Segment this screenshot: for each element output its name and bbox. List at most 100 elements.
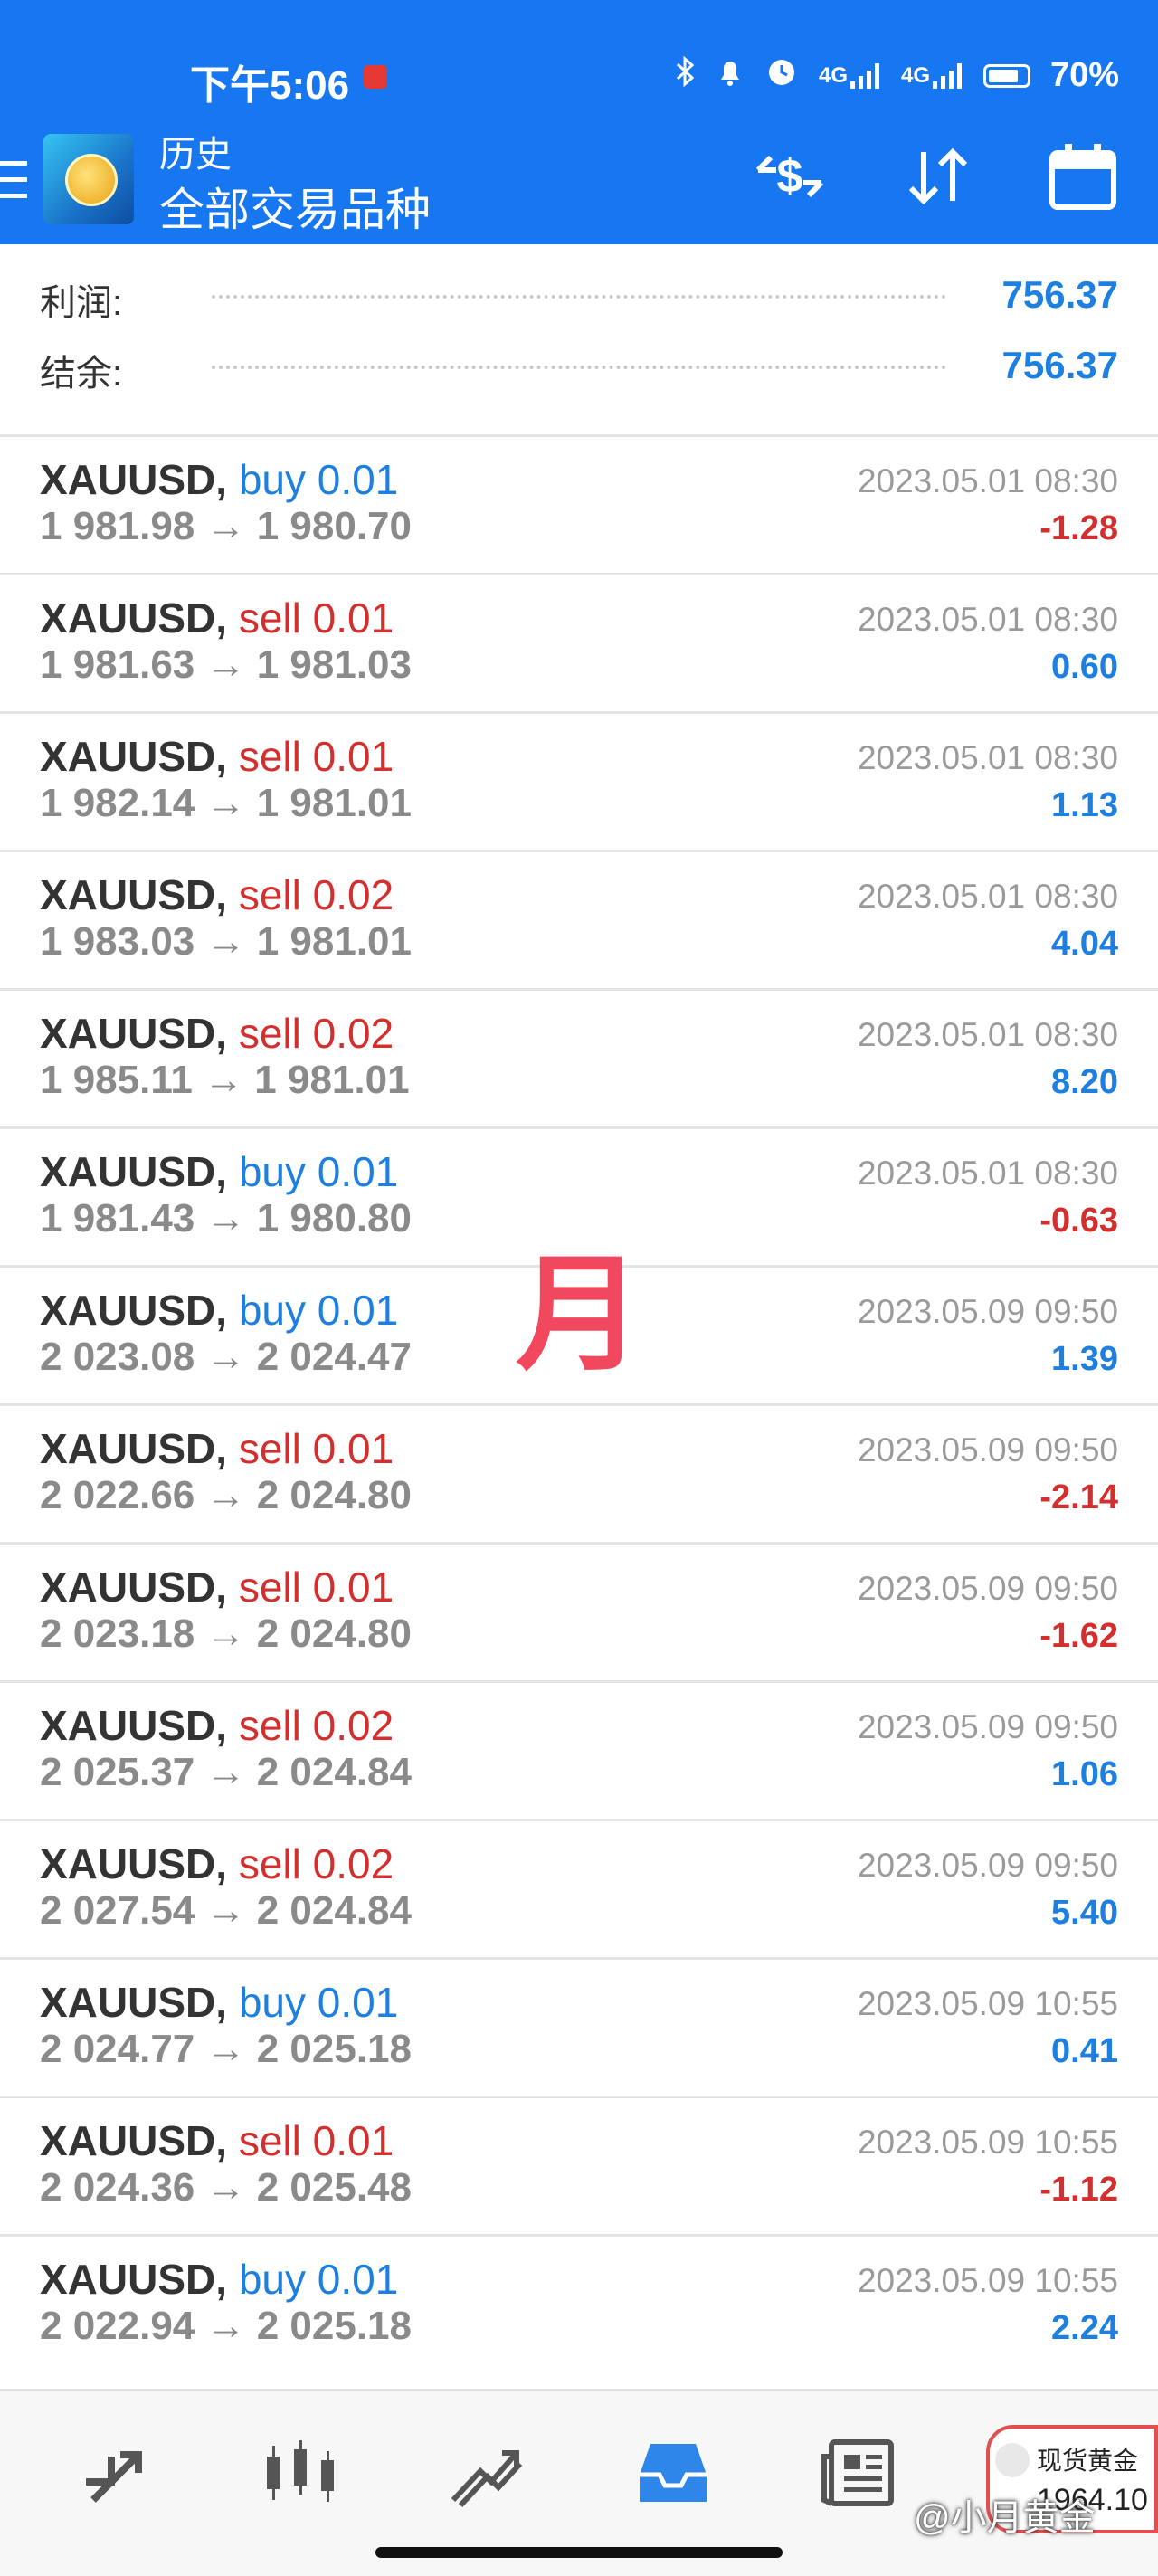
trade-time: 2023.05.01 08:30 [857, 462, 1118, 499]
trade-side: buy [238, 456, 306, 503]
trade-title: XAUUSD, buy 0.01 [40, 455, 398, 504]
trade-prices: 2 027.54 → 2 024.84 [40, 1888, 412, 1933]
trade-prices: 1 981.43 → 1 980.80 [40, 1196, 412, 1240]
trade-volume: 0.01 [312, 733, 394, 780]
notification-icon [364, 65, 387, 89]
chart-icon[interactable] [255, 2428, 346, 2518]
trade-profit: -1.12 [1039, 2171, 1118, 2209]
bluetooth-icon [674, 55, 696, 95]
trade-symbol: XAUUSD, [40, 1010, 228, 1057]
trade-side: sell [238, 1564, 301, 1611]
app-bar: 下午5:06 4G 4G 70% 历史 全部交易品种 $ [0, 0, 1158, 244]
trade-row[interactable]: XAUUSD, sell 0.02 2 025.37 → 2 024.84 2023… [0, 1680, 1158, 1819]
home-indicator[interactable] [375, 2547, 783, 2558]
balance-label: 结余: [40, 354, 123, 394]
signal-icon-2: 4G [901, 62, 963, 89]
trade-symbol: XAUUSD, [40, 733, 228, 780]
trade-side: sell [238, 1425, 301, 1472]
trade-prices: 2 023.08 → 2 024.47 [40, 1335, 412, 1379]
history-icon[interactable] [628, 2428, 718, 2518]
trade-row[interactable]: XAUUSD, sell 0.02 1 985.11 → 1 981.01 2023… [0, 988, 1158, 1126]
trade-title: XAUUSD, sell 0.01 [40, 1563, 394, 1611]
trade-title: XAUUSD, buy 0.01 [40, 1147, 398, 1196]
trade-row[interactable]: XAUUSD, sell 0.02 2 027.54 → 2 024.84 2023… [0, 1819, 1158, 1957]
trade-title: XAUUSD, sell 0.02 [40, 1701, 394, 1750]
trade-side: buy [238, 1979, 306, 2026]
trade-profit: 5.40 [1051, 1894, 1118, 1932]
trade-profit: 1.06 [1051, 1755, 1118, 1793]
trade-side: sell [238, 2117, 301, 2164]
trade-side: sell [238, 733, 301, 780]
trade-title: XAUUSD, sell 0.02 [40, 1839, 394, 1888]
trade-icon[interactable] [440, 2428, 530, 2518]
trade-symbol: XAUUSD, [40, 1702, 228, 1749]
trade-volume: 0.01 [312, 1425, 394, 1472]
status-bar: 下午5:06 4G 4G 70% [0, 0, 1158, 118]
app-logo [43, 134, 134, 224]
trade-profit: 2.24 [1051, 2309, 1118, 2347]
trade-side: buy [238, 1148, 306, 1195]
trade-row[interactable]: XAUUSD, sell 0.01 2 022.66 → 2 024.80 2023… [0, 1403, 1158, 1542]
trade-time: 2023.05.09 10:55 [857, 2262, 1118, 2299]
calendar-icon[interactable] [1042, 136, 1124, 217]
trade-row[interactable]: XAUUSD, sell 0.02 1 983.03 → 1 981.01 2023… [0, 850, 1158, 988]
trade-prices: 1 981.98 → 1 980.70 [40, 504, 412, 548]
trade-volume: 0.01 [312, 1564, 394, 1611]
quotes-icon[interactable] [71, 2428, 161, 2518]
trade-row[interactable]: XAUUSD, sell 0.01 1 982.14 → 1 981.01 2023… [0, 711, 1158, 850]
news-icon[interactable] [814, 2428, 905, 2518]
trade-row[interactable]: XAUUSD, buy 0.01 1 981.98 → 1 980.70 2023.… [0, 434, 1158, 573]
trade-prices: 2 022.94 → 2 025.18 [40, 2304, 412, 2348]
menu-icon[interactable] [0, 161, 27, 199]
trade-title: XAUUSD, buy 0.01 [40, 1286, 398, 1335]
trade-symbol: XAUUSD, [40, 2256, 228, 2303]
trade-time: 2023.05.09 09:50 [857, 1570, 1118, 1607]
trade-row[interactable]: XAUUSD, sell 0.01 1 981.63 → 1 981.03 2023… [0, 573, 1158, 711]
trade-prices: 1 982.14 → 1 981.01 [40, 781, 412, 825]
trade-volume: 0.01 [312, 2117, 394, 2164]
currency-exchange-icon[interactable]: $ [749, 136, 831, 217]
trade-side: buy [238, 1287, 306, 1334]
trade-title: XAUUSD, sell 0.02 [40, 1009, 394, 1058]
trade-time: 2023.05.09 10:55 [857, 1985, 1118, 2022]
trade-title: XAUUSD, buy 0.01 [40, 1978, 398, 2027]
trade-prices: 1 981.63 → 1 981.03 [40, 642, 412, 687]
trade-volume: 0.02 [312, 871, 394, 918]
battery-text: 70% [1050, 56, 1120, 94]
trade-row[interactable]: XAUUSD, sell 0.01 2 023.18 → 2 024.80 2023… [0, 1542, 1158, 1680]
trade-profit: -0.63 [1039, 1202, 1118, 1240]
trade-side: buy [238, 2256, 306, 2303]
trade-symbol: XAUUSD, [40, 2117, 228, 2164]
sort-icon[interactable] [897, 136, 979, 217]
status-time: 下午5:06 [190, 63, 350, 108]
signal-icon-1: 4G [819, 62, 881, 89]
trade-volume: 0.01 [317, 2256, 399, 2303]
trade-profit: 1.13 [1051, 786, 1118, 824]
trade-symbol: XAUUSD, [40, 1840, 228, 1887]
chat-bubble-icon [995, 2443, 1030, 2477]
trade-title: XAUUSD, sell 0.01 [40, 1424, 394, 1473]
trade-row[interactable]: XAUUSD, sell 0.01 2 024.36 → 2 025.48 2023… [0, 2096, 1158, 2234]
trade-side: sell [238, 1702, 301, 1749]
trade-time: 2023.05.01 08:30 [857, 1016, 1118, 1053]
battery-icon [983, 63, 1031, 88]
trade-title: XAUUSD, buy 0.01 [40, 2255, 398, 2304]
trade-prices: 2 025.37 → 2 024.84 [40, 1750, 412, 1794]
trade-symbol: XAUUSD, [40, 456, 228, 503]
trade-profit: 1.39 [1051, 1340, 1118, 1378]
trade-symbol: XAUUSD, [40, 1148, 228, 1195]
profit-label: 利润: [40, 283, 123, 323]
symbol-filter[interactable]: 全部交易品种 [159, 174, 431, 239]
trade-symbol: XAUUSD, [40, 871, 228, 918]
trade-time: 2023.05.01 08:30 [857, 878, 1118, 915]
trade-time: 2023.05.09 09:50 [857, 1293, 1118, 1330]
trade-row[interactable]: XAUUSD, buy 0.01 2 022.94 → 2 025.18 2023.… [0, 2234, 1158, 2372]
status-icons: 4G 4G 70% [674, 54, 1119, 97]
alarm-icon [764, 54, 799, 97]
trade-row[interactable]: XAUUSD, buy 0.01 2 024.77 → 2 025.18 2023.… [0, 1957, 1158, 2096]
trade-profit: -1.28 [1039, 509, 1118, 547]
credit-watermark: @小月黄金 [914, 2498, 1096, 2538]
trade-time: 2023.05.01 08:30 [857, 739, 1118, 776]
trade-title: XAUUSD, sell 0.01 [40, 594, 394, 642]
trade-profit: 8.20 [1051, 1063, 1118, 1101]
